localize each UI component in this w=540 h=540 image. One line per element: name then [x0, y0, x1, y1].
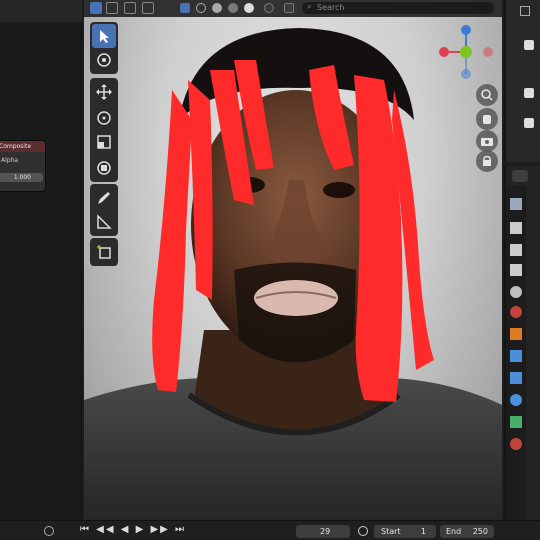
transform-tool-button[interactable] — [92, 156, 116, 180]
outliner-filter-icon[interactable] — [520, 6, 530, 16]
gizmo-y-axis — [460, 46, 472, 58]
view-sphere-icon[interactable] — [264, 3, 274, 13]
particles-tab-icon[interactable] — [510, 372, 522, 384]
cursor-tool-button[interactable] — [92, 48, 116, 72]
render-tab-icon[interactable] — [510, 222, 522, 234]
viewport-header: ⌕ Search — [84, 0, 502, 17]
rotate-tool-button[interactable] — [92, 106, 116, 130]
output-tab-icon[interactable] — [510, 244, 522, 256]
select-box-mode-button[interactable] — [90, 2, 102, 14]
add-cube-tool-button[interactable] — [92, 240, 116, 264]
shading-wireframe-icon[interactable] — [196, 3, 206, 13]
alpha-socket-label: Alpha — [1, 157, 19, 164]
outliner-panel[interactable] — [504, 0, 540, 162]
annotate-tool-button[interactable] — [92, 186, 116, 210]
overlay-toggle-icon[interactable] — [180, 3, 190, 13]
world-tab-icon[interactable] — [510, 306, 522, 318]
scale-icon — [97, 135, 111, 149]
composite-node[interactable]: Composite Alpha 1.000 — [0, 140, 46, 192]
lock-icon — [483, 155, 491, 166]
tool-group-annotate — [90, 184, 118, 236]
tool-tab-icon[interactable] — [510, 198, 522, 210]
select-tool-button[interactable] — [92, 24, 116, 48]
start-value: 1 — [420, 527, 426, 536]
object-tab-icon[interactable] — [510, 328, 522, 340]
tool-group-add — [90, 238, 118, 266]
shading-rendered-icon[interactable] — [244, 3, 254, 13]
camera-view-button[interactable] — [476, 130, 498, 152]
timeline-bar: ⏮ ◀◀ ◀ ▶ ▶▶ ⏭ 29 Start 1 End 250 — [0, 520, 540, 540]
shading-material-icon[interactable] — [228, 3, 238, 13]
magnifier-icon — [481, 89, 493, 101]
start-label: Start — [381, 527, 401, 536]
material-tab-icon[interactable] — [510, 438, 522, 450]
physics-tab-icon[interactable] — [510, 394, 522, 406]
scene-tab-icon[interactable] — [510, 286, 522, 298]
gizmo-x-axis — [439, 47, 449, 57]
pan-view-button[interactable] — [476, 108, 498, 130]
select-invert-mode-button[interactable] — [142, 2, 154, 14]
camera-icon — [481, 138, 493, 146]
playback-controls[interactable]: ⏮ ◀◀ ◀ ▶ ▶▶ ⏭ — [80, 524, 186, 535]
viewport-search-field[interactable]: ⌕ Search — [302, 2, 494, 14]
tool-group-transform — [90, 78, 118, 182]
pencil-icon — [98, 192, 110, 204]
current-frame-field[interactable]: 29 — [296, 525, 350, 538]
compositor-panel — [0, 0, 82, 520]
compositor-header — [0, 0, 82, 22]
collection-icon[interactable] — [524, 40, 534, 50]
end-label: End — [446, 527, 462, 536]
object-icon[interactable] — [524, 88, 534, 98]
tool-group-select — [90, 22, 118, 74]
end-frame-field[interactable]: End 250 — [440, 525, 494, 538]
object-icon-2[interactable] — [524, 118, 534, 128]
navigation-gizmo[interactable] — [432, 22, 502, 84]
ruler-icon — [97, 214, 112, 229]
zoom-view-button[interactable] — [476, 84, 498, 106]
composite-node-title: Composite — [0, 141, 45, 152]
keyframe-record-icon[interactable] — [44, 526, 54, 536]
alpha-value-field[interactable]: 1.000 — [0, 173, 43, 182]
move-arrows-icon — [96, 84, 112, 100]
properties-tabs — [506, 186, 526, 520]
select-extend-mode-button[interactable] — [106, 2, 118, 14]
gizmo-z-axis — [461, 25, 471, 35]
shading-solid-icon[interactable] — [212, 3, 222, 13]
rotate-icon — [97, 111, 111, 125]
measure-tool-button[interactable] — [92, 210, 116, 234]
end-value: 250 — [472, 527, 488, 536]
search-icon: ⌕ — [307, 2, 312, 11]
properties-editor-type-icon[interactable] — [512, 170, 528, 182]
scale-tool-button[interactable] — [92, 130, 116, 154]
view-box-icon[interactable] — [284, 3, 294, 13]
add-cube-icon — [97, 245, 111, 259]
hand-icon — [483, 115, 491, 124]
data-tab-icon[interactable] — [510, 416, 522, 428]
move-tool-button[interactable] — [92, 80, 116, 104]
view-layer-tab-icon[interactable] — [510, 264, 522, 276]
start-frame-field[interactable]: Start 1 — [374, 525, 436, 538]
lock-view-button[interactable] — [476, 150, 498, 172]
select-subtract-mode-button[interactable] — [124, 2, 136, 14]
clock-icon — [358, 526, 368, 536]
modifier-tab-icon[interactable] — [510, 350, 522, 362]
search-placeholder: Search — [317, 3, 345, 12]
cursor-arrow-icon — [100, 30, 109, 43]
transform-icon — [97, 161, 111, 175]
crosshair-icon — [97, 53, 111, 67]
